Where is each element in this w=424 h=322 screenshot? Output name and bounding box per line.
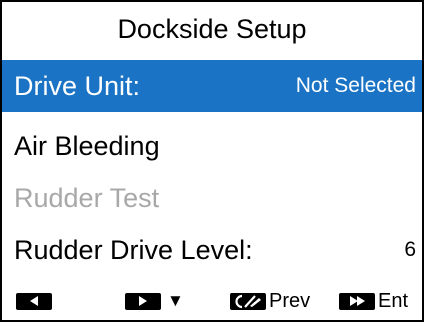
arrow-left-icon: [16, 292, 52, 310]
menu-item-rudder-test: Rudder Test: [2, 172, 422, 224]
menu-item-label: Rudder Drive Level:: [14, 234, 253, 265]
menu-item-rudder-drive-level[interactable]: Rudder Drive Level: 6: [2, 224, 422, 276]
down-arrow-icon: ▼: [167, 291, 184, 310]
softkey-prev-label: Prev: [269, 289, 311, 312]
menu-item-label: Rudder Test: [14, 182, 160, 213]
double-arrow-right-icon: [339, 292, 375, 310]
softkey-left[interactable]: [16, 286, 52, 316]
softkey-bar: ▼ Prev Ent: [2, 286, 422, 316]
menu-item-air-bleeding[interactable]: Air Bleeding: [2, 120, 422, 172]
softkey-ent-label: Ent: [378, 289, 409, 312]
menu-item-label: Drive Unit:: [14, 70, 141, 101]
dockside-setup-screen: Dockside Setup Drive Unit: Not Selected …: [0, 0, 424, 322]
menu-item-value: 6: [404, 238, 416, 261]
softkey-prev[interactable]: Prev: [230, 286, 310, 316]
pencil-icon: [230, 292, 266, 310]
menu-item-drive-unit[interactable]: Drive Unit: Not Selected: [2, 60, 422, 112]
arrow-right-icon: [125, 292, 161, 310]
menu-item-value: Not Selected: [295, 74, 416, 97]
menu-item-label: Air Bleeding: [14, 130, 160, 161]
softkey-right[interactable]: ▼: [125, 286, 184, 316]
softkey-ent[interactable]: Ent: [339, 286, 408, 316]
screen-title: Dockside Setup: [117, 14, 307, 44]
